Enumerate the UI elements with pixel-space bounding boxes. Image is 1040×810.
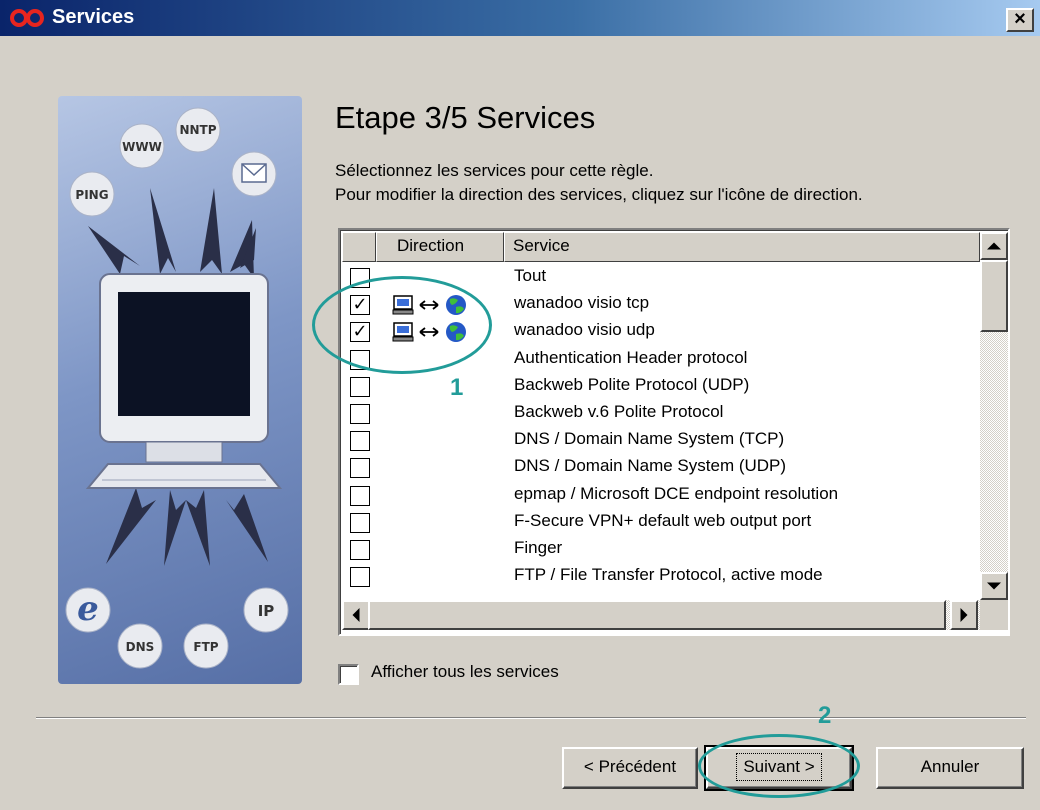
row-checkbox[interactable] [350,376,370,397]
instruction-line-1: Sélectionnez les services pour cette règ… [335,161,654,180]
service-name: wanadoo visio udp [514,320,655,340]
service-name: FTP / File Transfer Protocol, active mod… [514,565,823,585]
service-name: Backweb v.6 Polite Protocol [514,401,724,421]
internet-explorer-icon: e [77,589,99,629]
table-row[interactable]: epmap / Microsoft DCE endpoint resolutio… [342,482,980,509]
vertical-scrollbar[interactable] [980,232,1008,600]
arrow-icon [164,490,186,566]
table-row[interactable]: DNS / Domain Name System (TCP) [342,427,980,454]
bubble-label: PING [75,188,108,202]
row-checkbox[interactable] [350,539,370,560]
table-row[interactable]: Finger [342,536,980,563]
arrow-icon [186,490,210,566]
direction-cell[interactable] [392,402,482,426]
scroll-right-button[interactable] [950,600,978,630]
scroll-left-button[interactable] [342,600,370,630]
direction-cell[interactable] [392,429,482,453]
separator [36,717,1026,719]
row-checkbox[interactable] [350,567,370,588]
arrow-icon [150,188,176,274]
service-name: Tout [514,266,547,285]
service-name: Authentication Header protocol [514,347,748,367]
service-name: wanadoo visio tcp [514,293,650,313]
bubble-label: DNS [126,640,155,654]
service-name: Backweb Polite Protocol (UDP) [514,374,750,394]
title-bar: Services × [0,0,1040,36]
scroll-thumb-horizontal[interactable] [368,600,946,630]
row-checkbox[interactable] [350,403,370,424]
annotation-number-2: 2 [818,702,832,729]
direction-cell[interactable] [392,375,482,399]
column-header-service[interactable]: Service [504,232,980,262]
illustration-graphic: WWW NNTP PING DNS FTP IP e [65,107,289,669]
scroll-down-button[interactable] [980,572,1008,600]
window-title: Services [52,6,135,28]
arrow-icon [226,494,268,562]
arrow-icon [106,488,156,564]
table-row[interactable]: Backweb v.6 Polite Protocol [342,400,980,427]
direction-cell[interactable] [392,484,482,508]
previous-button[interactable]: < Précédent [562,747,698,789]
service-name: Finger [514,537,563,557]
row-checkbox[interactable] [350,431,370,452]
annotation-ellipse-2 [698,734,860,798]
column-header-check[interactable] [342,232,376,262]
show-all-checkbox[interactable] [338,664,359,685]
bubble-label: IP [258,602,275,620]
scroll-up-button[interactable] [980,232,1008,260]
annotation-ellipse-1 [312,276,492,374]
arrow-down-icon [987,582,1001,590]
monitor-icon [85,273,283,489]
table-row[interactable]: Backweb Polite Protocol (UDP) [342,373,980,400]
bubble-label: NNTP [179,123,216,137]
arrow-icon [200,188,222,274]
row-checkbox[interactable] [350,512,370,533]
row-checkbox[interactable] [350,485,370,506]
scroll-corner [980,600,1008,630]
table-row[interactable]: FTP / File Transfer Protocol, active mod… [342,563,980,590]
arrow-right-icon [960,608,968,622]
service-name: DNS / Domain Name System (UDP) [514,456,787,476]
bubble-label: WWW [122,140,162,154]
service-name: F-Secure VPN+ default web output port [514,510,812,530]
column-header-direction[interactable]: Direction [376,232,504,262]
scroll-thumb[interactable] [980,260,1008,332]
show-all-label[interactable]: Afficher tous les services [371,662,559,682]
table-row[interactable]: DNS / Domain Name System (UDP) [342,454,980,481]
instruction-line-2: Pour modifier la direction des services,… [335,185,863,204]
direction-cell[interactable] [392,511,482,535]
service-name: DNS / Domain Name System (TCP) [514,429,785,449]
services-illustration: WWW NNTP PING DNS FTP IP e [58,96,302,684]
cancel-button[interactable]: Annuler [876,747,1024,789]
mail-icon [241,163,267,183]
direction-cell[interactable] [392,456,482,480]
annotation-number-1: 1 [450,374,464,401]
service-name: epmap / Microsoft DCE endpoint resolutio… [514,483,839,503]
arrow-up-icon [987,242,1001,250]
step-title: Etape 3/5 Services [335,100,596,135]
table-row[interactable]: F-Secure VPN+ default web output port [342,509,980,536]
arrow-icon [88,226,140,274]
bubble-label: FTP [193,640,218,654]
close-button[interactable]: × [1006,8,1034,32]
direction-cell[interactable] [392,538,482,562]
direction-cell[interactable] [392,565,482,589]
arrow-left-icon [352,608,360,622]
horizontal-scrollbar[interactable] [342,600,980,630]
row-checkbox[interactable] [350,458,370,479]
app-logo-icon [10,9,44,27]
